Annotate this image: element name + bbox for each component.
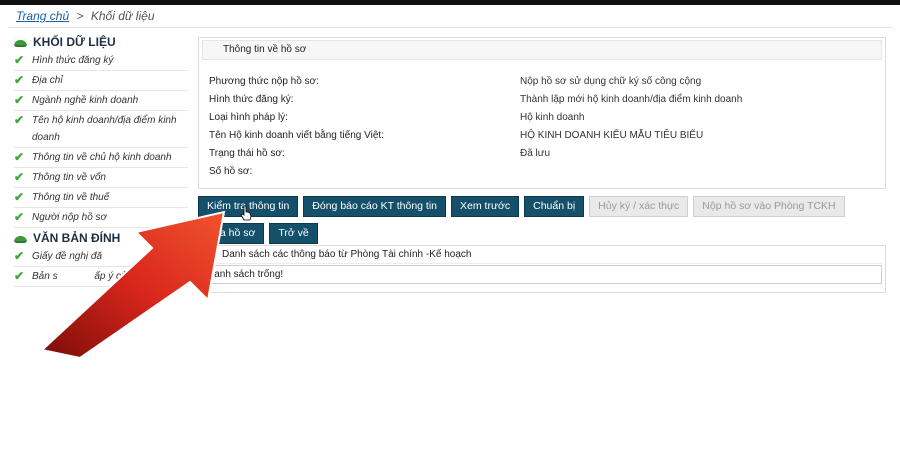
check-icon: ✔: [14, 249, 25, 263]
sidebar-item-capital-info[interactable]: ✔ Thông tin về vốn: [14, 168, 188, 188]
check-icon: ✔: [14, 53, 25, 67]
notifications-title: Danh sách các thông báo từ Phòng Tài chí…: [202, 246, 882, 264]
preview-button[interactable]: Xem trước: [451, 196, 520, 217]
check-icon: ✔: [14, 269, 25, 283]
delete-record-button[interactable]: Xóa hồ sơ: [198, 223, 265, 244]
breadcrumb: Trang chủ > Khối dữ liệu: [16, 9, 155, 23]
sidebar-item-business-name[interactable]: ✔ Tên hộ kinh doanh/địa điểm kinh doanh: [14, 111, 188, 148]
sidebar: KHỐI DỮ LIỆU ✔ Hình thức đăng ký ✔ Địa chỉ…: [14, 32, 188, 287]
check-icon: ✔: [14, 190, 25, 204]
action-toolbar: Kiểm tra thông tin Đóng báo cáo KT thông…: [198, 196, 845, 217]
sidebar-item-business-lines[interactable]: ✔ Ngành nghề kinh doanh: [14, 91, 188, 111]
sidebar-item-label: Giấy đề nghị đă: [32, 251, 103, 262]
sidebar-item-address[interactable]: ✔ Địa chỉ: [14, 71, 188, 91]
info-value: Hộ kinh doanh: [520, 112, 585, 123]
breadcrumb-current: Khối dữ liệu: [90, 9, 155, 23]
back-button[interactable]: Trở về: [269, 223, 318, 244]
sidebar-item-label: Thông tin về chủ hộ kinh doanh: [32, 152, 172, 163]
folder-icon: [14, 36, 27, 47]
info-row: Tên Hộ kinh doanh viết bằng tiếng Việt: H…: [209, 127, 879, 145]
info-label: Số hồ sơ:: [209, 166, 253, 177]
sidebar-item-label: Ngành nghề kinh doanh: [32, 95, 139, 106]
info-label: Trạng thái hồ sơ:: [209, 148, 285, 159]
info-label: Tên Hộ kinh doanh viết bằng tiếng Việt:: [209, 130, 384, 141]
info-label: Phương thức nộp hồ sơ:: [209, 76, 319, 87]
sidebar-item-label: Thông tin về vốn: [32, 172, 106, 183]
folder-icon: [14, 232, 27, 243]
info-row: Trạng thái hồ sơ: Đã lưu: [209, 145, 879, 163]
info-row: Loại hình pháp lý: Hộ kinh doanh: [209, 109, 879, 127]
sidebar-item-request-letter[interactable]: ✔ Giấy đề nghị đă: [14, 247, 188, 267]
secondary-toolbar: Xóa hồ sơ Trở về: [198, 223, 318, 244]
notifications-panel: Danh sách các thông báo từ Phòng Tài chí…: [198, 245, 886, 293]
hand-cursor-icon: [240, 205, 252, 221]
sidebar-item-submitter[interactable]: ✔ Người nộp hồ sơ: [14, 208, 188, 228]
check-icon: ✔: [14, 170, 25, 184]
prepare-button[interactable]: Chuẩn bị: [524, 196, 585, 217]
breadcrumb-home-link[interactable]: Trang chủ: [16, 9, 69, 23]
sidebar-item-owner-info[interactable]: ✔ Thông tin về chủ hộ kinh doanh: [14, 148, 188, 168]
sidebar-item-tax-info[interactable]: ✔ Thông tin về thuế: [14, 188, 188, 208]
info-row: Hình thức đăng ký: Thành lập mới hộ kinh …: [209, 91, 879, 109]
info-label: Loại hình pháp lý:: [209, 112, 288, 123]
check-icon: ✔: [14, 150, 25, 164]
close-report-button[interactable]: Đóng báo cáo KT thông tin: [303, 196, 447, 217]
info-value: HỘ KINH DOANH KIỂU MẪU TIÊU BIỂU: [520, 130, 704, 141]
sidebar-section-attached-docs[interactable]: VĂN BẢN ĐÍNH: [14, 228, 188, 247]
check-icon: ✔: [14, 113, 25, 127]
header-divider: [8, 27, 892, 28]
info-label: Hình thức đăng ký:: [209, 94, 294, 105]
record-info-rows: Phương thức nộp hồ sơ: Nộp hồ sơ sử dụng …: [209, 73, 879, 181]
info-value: Nộp hồ sơ sử dụng chữ ký số công cộng: [520, 76, 702, 87]
notifications-list: Danh sách trống!: [202, 265, 882, 284]
info-row: Phương thức nộp hồ sơ: Nộp hồ sơ sử dụng …: [209, 73, 879, 91]
add-icon[interactable]: +: [179, 233, 187, 249]
check-icon: ✔: [14, 210, 25, 224]
info-value: Thành lập mới hộ kinh doanh/địa điểm kin…: [520, 94, 743, 105]
cancel-sign-button[interactable]: Hủy ký / xác thực: [589, 196, 689, 217]
sidebar-item-registration-form[interactable]: ✔ Hình thức đăng ký: [14, 51, 188, 71]
record-info-title: Thông tin về hồ sơ: [202, 40, 882, 60]
record-info-panel: Thông tin về hồ sơ Phương thức nộp hồ sơ…: [198, 37, 886, 189]
check-icon: ✔: [14, 93, 25, 107]
check-icon: ✔: [14, 73, 25, 87]
top-bar: [0, 0, 900, 5]
sidebar-item-label: Địa chỉ: [32, 75, 63, 86]
sidebar-item-label: Thông tin về thuế: [32, 192, 110, 203]
sidebar-item-label: Bản s: [32, 271, 58, 282]
sidebar-item-label: Hình thức đăng ký: [32, 55, 114, 66]
sidebar-item-label-tail: ấp ý của cá nhân: [94, 271, 171, 282]
sidebar-section-title: VĂN BẢN ĐÍNH: [33, 230, 121, 245]
info-value: Đã lưu: [520, 148, 551, 159]
submit-record-button[interactable]: Nộp hồ sơ vào Phòng TCKH: [693, 196, 845, 217]
sidebar-section-data-block[interactable]: KHỐI DỮ LIỆU: [14, 32, 188, 51]
sidebar-item-label: Tên hộ kinh doanh/địa điểm kinh doanh: [32, 115, 177, 143]
sidebar-section-title: KHỐI DỮ LIỆU: [33, 34, 116, 49]
sidebar-item-label: Người nộp hồ sơ: [32, 212, 107, 223]
info-row: Số hồ sơ:: [209, 163, 879, 181]
sidebar-item-label-group: Bản s ấp ý của cá nhân: [32, 268, 188, 285]
sidebar-item-personal-copy[interactable]: ✔ Bản s ấp ý của cá nhân: [14, 267, 188, 287]
breadcrumb-separator: >: [76, 9, 84, 23]
